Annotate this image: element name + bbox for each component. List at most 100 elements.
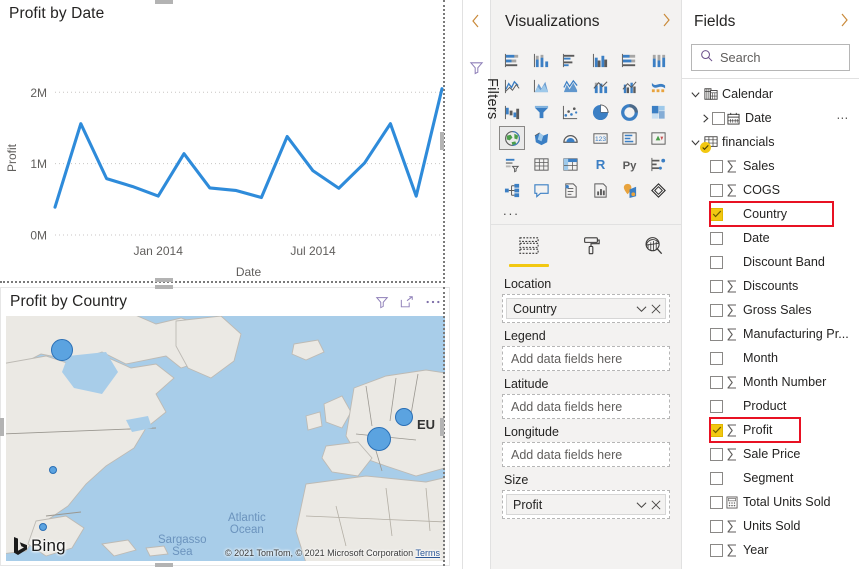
line-chart-visual[interactable]: Profit by Date 0M 1M 2M Profit Jan 2014 Jul 2… — [0, 0, 450, 283]
chevron-right-icon[interactable] — [698, 113, 712, 124]
chevron-right-icon[interactable] — [839, 13, 849, 32]
kpi-icon[interactable] — [646, 126, 672, 150]
field-item-discounts[interactable]: Discounts — [682, 274, 859, 298]
field-item-date[interactable]: Date ⋯ — [682, 106, 859, 130]
chevron-right-icon[interactable] — [661, 13, 671, 32]
well-size[interactable]: Profit — [502, 490, 670, 519]
field-checkbox[interactable] — [710, 447, 723, 461]
focus-mode-icon[interactable] — [400, 295, 414, 309]
stacked-bar-chart-icon[interactable] — [499, 48, 525, 72]
map-resize-handle-top[interactable] — [155, 285, 173, 289]
fields-tab[interactable] — [509, 236, 549, 267]
filters-pane-collapsed[interactable]: Filters — [462, 0, 500, 569]
germany-bubble[interactable] — [395, 408, 413, 426]
field-checkbox[interactable] — [710, 495, 723, 509]
map-resize-handle-left[interactable] — [0, 418, 4, 436]
field-item-gross-sales[interactable]: Gross Sales — [682, 298, 859, 322]
chevron-down-icon[interactable] — [688, 89, 702, 100]
chevron-left-icon[interactable] — [471, 14, 481, 33]
donut-chart-icon[interactable] — [616, 100, 642, 124]
field-item-manufacturing-pr[interactable]: Manufacturing Pr... — [682, 322, 859, 346]
field-item-year[interactable]: Year — [682, 538, 859, 562]
r-visual-icon[interactable]: R — [587, 152, 613, 176]
slicer-icon[interactable] — [499, 152, 525, 176]
q-and-a-icon[interactable] — [528, 178, 554, 202]
resize-handle-bottom[interactable] — [155, 278, 173, 282]
paginated-report-icon[interactable] — [587, 178, 613, 202]
remove-field-icon[interactable] — [651, 500, 661, 510]
field-item-country[interactable]: Country — [682, 201, 859, 227]
field-checkbox[interactable] — [710, 279, 723, 293]
france-bubble[interactable] — [367, 427, 391, 451]
fields-search-box[interactable]: Search — [691, 44, 850, 71]
clustered-bar-chart-icon[interactable] — [558, 48, 584, 72]
field-checkbox[interactable] — [710, 183, 723, 197]
visualization-type-grid[interactable]: 123 R Py — [491, 44, 681, 202]
canada-bubble[interactable] — [51, 339, 73, 361]
decomposition-tree-icon[interactable] — [499, 178, 525, 202]
chevron-down-icon[interactable] — [636, 501, 647, 509]
pie-chart-icon[interactable] — [587, 100, 613, 124]
100-stacked-column-chart-icon[interactable] — [646, 48, 672, 72]
resize-handle-top[interactable] — [155, 0, 173, 4]
clustered-column-chart-icon[interactable] — [587, 48, 613, 72]
field-checkbox[interactable] — [710, 399, 723, 413]
format-tab[interactable] — [571, 236, 611, 267]
field-checkbox[interactable] — [710, 207, 723, 221]
remove-field-icon[interactable] — [651, 304, 661, 314]
area-chart-icon[interactable] — [528, 74, 554, 98]
field-item-date[interactable]: Date — [682, 226, 859, 250]
bing-map[interactable]: Bing © 2021 TomTom, © 2021 Microsoft Cor… — [6, 316, 445, 561]
table-icon[interactable] — [528, 152, 554, 176]
filled-map-icon[interactable] — [528, 126, 554, 150]
field-item-units-sold[interactable]: Units Sold — [682, 514, 859, 538]
python-visual-icon[interactable]: Py — [616, 152, 642, 176]
field-checkbox[interactable] — [710, 423, 723, 437]
well-latitude[interactable]: Add data fields here — [502, 394, 670, 419]
field-checkbox[interactable] — [712, 111, 725, 125]
field-checkbox[interactable] — [710, 471, 723, 485]
card-icon[interactable]: 123 — [587, 126, 613, 150]
filter-icon[interactable] — [375, 295, 389, 309]
100-stacked-bar-chart-icon[interactable] — [616, 48, 642, 72]
field-pill[interactable]: Profit — [506, 494, 666, 515]
funnel-chart-icon[interactable] — [528, 100, 554, 124]
field-item-profit[interactable]: Profit — [682, 417, 859, 443]
treemap-icon[interactable] — [646, 100, 672, 124]
chevron-down-icon[interactable] — [636, 305, 647, 313]
line-stacked-column-icon[interactable] — [587, 74, 613, 98]
field-checkbox[interactable] — [710, 303, 723, 317]
waterfall-chart-icon[interactable] — [499, 100, 525, 124]
filter-icon[interactable] — [469, 60, 484, 80]
fields-tree[interactable]: Calendar Date ⋯ financials Sales COGS Country D… — [682, 79, 859, 569]
stacked-column-chart-icon[interactable] — [528, 48, 554, 72]
ribbon-chart-icon[interactable] — [646, 74, 672, 98]
field-item-segment[interactable]: Segment — [682, 466, 859, 490]
field-checkbox[interactable] — [710, 351, 723, 365]
matrix-icon[interactable] — [558, 152, 584, 176]
resize-handle-right[interactable] — [440, 132, 444, 150]
field-item-discount-band[interactable]: Discount Band — [682, 250, 859, 274]
more-options-icon[interactable]: ⋯ — [836, 111, 850, 125]
field-item-month-number[interactable]: Month Number — [682, 370, 859, 394]
field-checkbox[interactable] — [710, 375, 723, 389]
visual-settings-tabs[interactable] — [491, 225, 681, 267]
map-icon[interactable] — [499, 126, 525, 150]
field-item-month[interactable]: Month — [682, 346, 859, 370]
usa-bubble[interactable] — [49, 466, 57, 474]
map-resize-handle-right[interactable] — [440, 418, 444, 436]
stacked-area-chart-icon[interactable] — [558, 74, 584, 98]
field-checkbox[interactable] — [710, 519, 723, 533]
scatter-chart-icon[interactable] — [558, 100, 584, 124]
fields-table-calendar[interactable]: Calendar — [682, 82, 859, 106]
mexico-bubble[interactable] — [39, 523, 47, 531]
field-checkbox[interactable] — [710, 255, 723, 269]
fields-table-financials[interactable]: financials — [682, 130, 859, 154]
well-longitude[interactable]: Add data fields here — [502, 442, 670, 467]
key-influencers-icon[interactable] — [646, 152, 672, 176]
arcgis-map-icon[interactable] — [558, 126, 584, 150]
more-options-icon[interactable] — [425, 295, 441, 309]
azure-map-icon[interactable] — [616, 178, 642, 202]
field-pill[interactable]: Country — [506, 298, 666, 319]
map-visual[interactable]: Profit by Country Bing © 2021 TomTom, © … — [0, 287, 450, 566]
